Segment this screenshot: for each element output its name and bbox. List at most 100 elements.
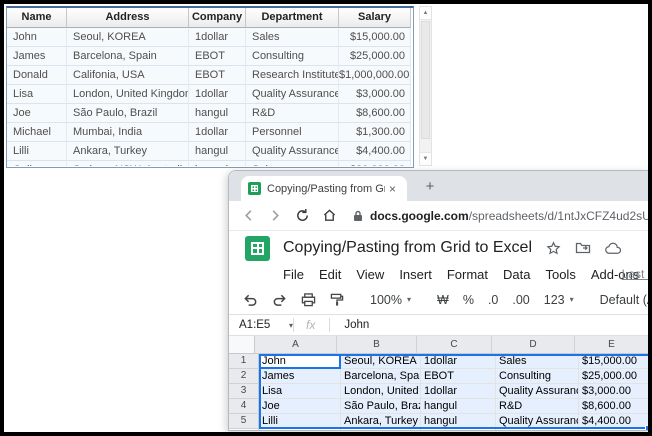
table-cell[interactable]: R&D xyxy=(246,104,339,123)
cell-D3[interactable]: Quality Assurance xyxy=(496,384,579,399)
cell-A6[interactable] xyxy=(259,429,341,431)
table-cell[interactable]: Consulting xyxy=(246,47,339,66)
scroll-down-icon[interactable]: ▼ xyxy=(420,152,431,165)
document-title[interactable]: Copying/Pasting from Grid to Excel xyxy=(283,239,532,257)
column-header-A[interactable]: A xyxy=(255,336,337,354)
column-header[interactable]: Company xyxy=(189,8,246,28)
table-row[interactable]: MichaelMumbai, India1dollarPersonnel$1,3… xyxy=(7,123,413,142)
cell-E4[interactable]: $8,600.00 xyxy=(579,399,649,414)
table-cell[interactable]: Quality Assurance xyxy=(246,142,339,161)
table-cell[interactable]: $15,000.00 xyxy=(339,28,411,47)
column-header-E[interactable]: E xyxy=(575,336,649,354)
font-select[interactable]: Default (Ari…▾ xyxy=(600,293,649,307)
cell-B3[interactable]: London, United Kingdom xyxy=(341,384,421,399)
menu-data[interactable]: Data xyxy=(503,267,530,282)
table-cell[interactable]: Seoul, KOREA xyxy=(67,28,189,47)
menu-edit[interactable]: Edit xyxy=(319,267,341,282)
cell-E3[interactable]: $3,000.00 xyxy=(579,384,649,399)
table-cell[interactable]: Lisa xyxy=(7,85,67,104)
menu-insert[interactable]: Insert xyxy=(399,267,432,282)
cloud-status-icon[interactable] xyxy=(605,242,622,255)
table-row[interactable]: LilliAnkara, TurkeyhangulQuality Assuran… xyxy=(7,142,413,161)
cell-B6[interactable] xyxy=(341,429,421,431)
table-cell[interactable]: hangul xyxy=(189,161,246,166)
cell-D4[interactable]: R&D xyxy=(496,399,579,414)
undo-icon[interactable] xyxy=(243,293,258,306)
column-header-C[interactable]: C xyxy=(417,336,492,354)
table-cell[interactable]: 1dollar xyxy=(189,123,246,142)
decrease-decimal-button[interactable]: .0 xyxy=(488,293,498,307)
table-cell[interactable]: $8,600.00 xyxy=(339,104,411,123)
table-cell[interactable]: John xyxy=(7,28,67,47)
cell-D1[interactable]: Sales xyxy=(496,354,579,369)
cell-C3[interactable]: 1dollar xyxy=(421,384,496,399)
address-url[interactable]: docs.google.com/spreadsheets/d/1ntJxCFZ4… xyxy=(370,209,649,223)
table-cell[interactable]: London, United Kingdom xyxy=(67,85,189,104)
table-row-partial[interactable]: CelineSydney, NSW, AustraliahangulSales$… xyxy=(7,161,413,166)
cell-B1[interactable]: Seoul, KOREA xyxy=(341,354,421,369)
cell-C4[interactable]: hangul xyxy=(421,399,496,414)
table-cell[interactable]: Michael xyxy=(7,123,67,142)
cell-D6[interactable] xyxy=(496,429,579,431)
table-cell[interactable]: $4,400.00 xyxy=(339,142,411,161)
table-cell[interactable]: Research Institute xyxy=(246,66,339,85)
table-cell[interactable]: $30,000.00 xyxy=(339,161,411,166)
cell-E1[interactable]: $15,000.00 xyxy=(579,354,649,369)
back-icon[interactable] xyxy=(241,208,256,223)
table-row[interactable]: JoeSão Paulo, BrazilhangulR&D$8,600.00 xyxy=(7,104,413,123)
table-cell[interactable]: Celine xyxy=(7,161,67,166)
table-cell[interactable]: $25,000.00 xyxy=(339,47,411,66)
cell-C1[interactable]: 1dollar xyxy=(421,354,496,369)
cell-D5[interactable]: Quality Assurance xyxy=(496,414,579,429)
browser-tab[interactable]: Copying/Pasting from Grid to E × xyxy=(241,176,407,201)
menu-tools[interactable]: Tools xyxy=(545,267,575,282)
cell-E5[interactable]: $4,400.00 xyxy=(579,414,649,429)
table-row[interactable]: JohnSeoul, KOREA1dollarSales$15,000.00 xyxy=(7,28,413,47)
cell-B2[interactable]: Barcelona, Spain xyxy=(341,369,421,384)
table-cell[interactable]: EBOT xyxy=(189,66,246,85)
cell-A1[interactable]: John xyxy=(259,354,341,369)
reload-icon[interactable] xyxy=(295,208,310,223)
print-icon[interactable] xyxy=(301,293,316,307)
lock-icon[interactable] xyxy=(353,210,363,222)
cell-A2[interactable]: James xyxy=(259,369,341,384)
cell-B5[interactable]: Ankara, Turkey xyxy=(341,414,421,429)
cell-A5[interactable]: Lilli xyxy=(259,414,341,429)
cell-D2[interactable]: Consulting xyxy=(496,369,579,384)
cell-E6[interactable] xyxy=(579,429,649,431)
cell-B4[interactable]: São Paulo, Brazil xyxy=(341,399,421,414)
zoom-select[interactable]: 100%▾ xyxy=(370,293,411,307)
table-cell[interactable]: Sales xyxy=(246,161,339,166)
forward-icon[interactable] xyxy=(268,208,283,223)
column-header[interactable]: Salary xyxy=(339,8,411,28)
cell-C6[interactable] xyxy=(421,429,496,431)
cell-E2[interactable]: $25,000.00 xyxy=(579,369,649,384)
increase-decimal-button[interactable]: .00 xyxy=(512,293,529,307)
menu-view[interactable]: View xyxy=(356,267,384,282)
row-header-2[interactable]: 2 xyxy=(229,369,259,384)
star-icon[interactable] xyxy=(546,241,561,256)
home-icon[interactable] xyxy=(322,208,337,223)
grid-vertical-scrollbar[interactable]: ▲ ▼ xyxy=(419,6,432,166)
table-row[interactable]: JamesBarcelona, SpainEBOTConsulting$25,0… xyxy=(7,47,413,66)
table-cell[interactable]: $1,000,000.00 xyxy=(339,66,411,85)
column-header-B[interactable]: B xyxy=(337,336,417,354)
table-cell[interactable]: hangul xyxy=(189,104,246,123)
scrollbar-thumb[interactable] xyxy=(421,21,430,139)
row-header-4[interactable]: 4 xyxy=(229,399,259,414)
cell-A4[interactable]: Joe xyxy=(259,399,341,414)
table-cell[interactable]: Donald xyxy=(7,66,67,85)
table-cell[interactable]: Quality Assurance xyxy=(246,85,339,104)
name-box[interactable]: A1:E5▾ xyxy=(229,319,293,331)
table-cell[interactable]: Ankara, Turkey xyxy=(67,142,189,161)
table-cell[interactable]: Sydney, NSW, Australia xyxy=(67,161,189,166)
last-edit-link[interactable]: Last ed xyxy=(622,267,649,281)
percent-format-button[interactable]: % xyxy=(463,293,474,307)
column-header[interactable]: Address xyxy=(67,8,189,28)
row-header-5[interactable]: 5 xyxy=(229,414,259,429)
table-cell[interactable]: 1dollar xyxy=(189,85,246,104)
row-header-1[interactable]: 1 xyxy=(229,354,259,369)
formula-input[interactable]: John xyxy=(344,319,369,331)
redo-icon[interactable] xyxy=(272,293,287,306)
table-cell[interactable]: EBOT xyxy=(189,47,246,66)
